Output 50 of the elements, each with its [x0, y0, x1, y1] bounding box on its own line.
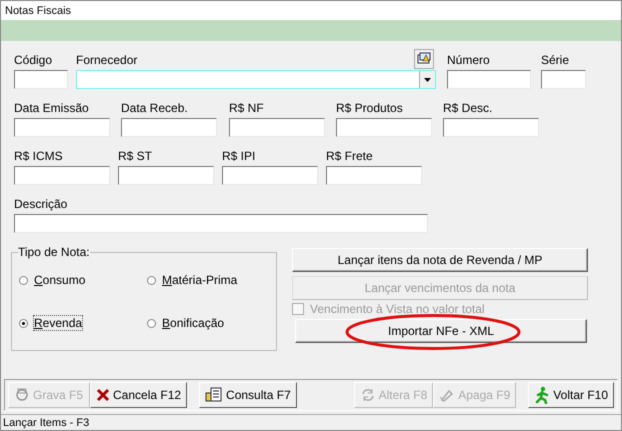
- input-field[interactable]: [447, 70, 531, 89]
- radio-button[interactable]: [19, 318, 28, 328]
- field-label: R$ Frete: [326, 149, 373, 163]
- field-label: R$ ST: [118, 149, 152, 163]
- field-label: Data Receb.: [121, 101, 188, 115]
- field-label: Fornecedor: [76, 53, 138, 67]
- status-text: Lançar Items - F3: [3, 416, 90, 428]
- input-field[interactable]: [336, 118, 432, 137]
- eraser-icon: [439, 387, 456, 403]
- field-label: R$ Produtos: [336, 101, 403, 115]
- field-label: R$ Desc.: [443, 101, 492, 115]
- checkbox-label: Vencimento à Vista no valor total: [310, 302, 485, 316]
- field-label: R$ ICMS: [14, 149, 63, 163]
- field-label: R$ IPI: [222, 149, 256, 163]
- radio-button[interactable]: [147, 318, 156, 328]
- field-label: Código: [14, 53, 52, 67]
- window-title: Notas Fiscais: [5, 4, 72, 16]
- field-label: R$ NF: [229, 101, 264, 115]
- input-field[interactable]: [118, 166, 214, 185]
- input-field[interactable]: [229, 118, 325, 137]
- radio-option[interactable]: Revenda: [19, 316, 147, 330]
- launch-items-button[interactable]: Lançar itens da nota de Revenda / MP: [292, 248, 588, 272]
- lookup-button[interactable]: [414, 49, 434, 69]
- radio-option[interactable]: Matéria-Prima: [147, 273, 267, 287]
- group-title: Tipo de Nota:: [18, 245, 90, 259]
- document-icon: [205, 387, 224, 403]
- toolbar-button[interactable]: Voltar F10: [528, 382, 614, 408]
- field-label: Descrição: [14, 197, 68, 211]
- input-field[interactable]: [222, 166, 318, 185]
- radio-button[interactable]: [19, 276, 28, 284]
- input-field[interactable]: [14, 70, 68, 89]
- input-field[interactable]: [14, 214, 428, 233]
- toolbar-button[interactable]: Cancela F12: [90, 382, 188, 408]
- input-field[interactable]: [443, 118, 539, 137]
- field-label: Data Emissão: [14, 101, 89, 115]
- import-xml-button[interactable]: Importar NFe - XML: [295, 319, 587, 343]
- radio-option[interactable]: Consumo: [19, 273, 147, 287]
- radio-option[interactable]: Bonificação: [147, 316, 267, 330]
- input-field[interactable]: [121, 118, 217, 137]
- refresh-icon: [360, 387, 376, 403]
- toolbar-button[interactable]: Consulta F7: [199, 382, 297, 408]
- running-figure-icon: [534, 386, 550, 404]
- input-field[interactable]: [14, 118, 110, 137]
- radio-button[interactable]: [147, 276, 156, 284]
- input-field[interactable]: [14, 166, 110, 185]
- close-icon: [96, 388, 110, 402]
- input-field[interactable]: [326, 166, 422, 185]
- field-label: Número: [447, 53, 490, 67]
- input-field[interactable]: [541, 70, 586, 89]
- field-label: Série: [541, 53, 570, 67]
